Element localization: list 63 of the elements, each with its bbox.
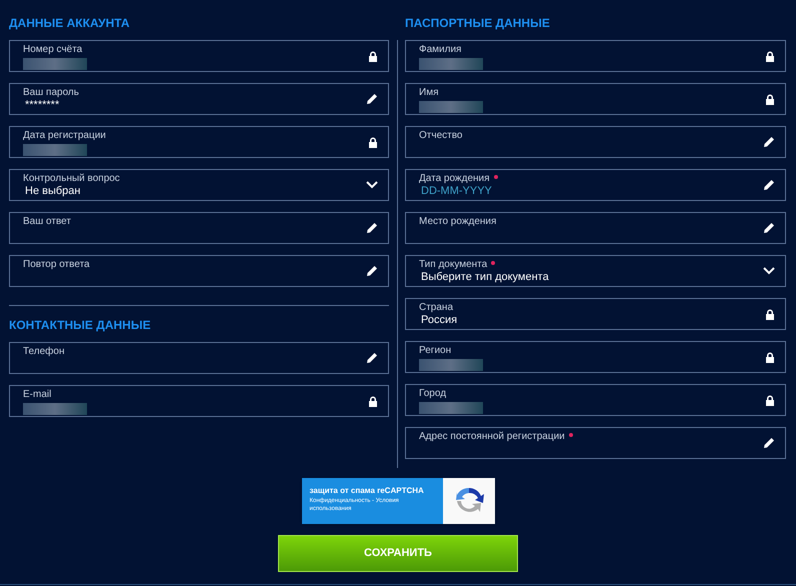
input-field[interactable]: Фамилия — [405, 40, 786, 72]
field-label: Контрольный вопрос — [23, 174, 120, 184]
lock-icon — [765, 308, 775, 320]
field-label: E-mail — [23, 390, 52, 400]
input-field[interactable]: Повтор ответа — [9, 255, 389, 287]
select-field[interactable]: Тип документа Выберите тип документа — [405, 255, 786, 287]
lock-icon — [765, 394, 775, 406]
field-value: ******** — [24, 100, 60, 111]
field-label: Место рождения — [419, 217, 496, 227]
input-field[interactable]: Дата регистрации — [9, 126, 389, 158]
field-label: Регион — [419, 346, 452, 356]
field-label: Ваш ответ — [23, 217, 71, 227]
pencil-icon[interactable] — [763, 222, 775, 234]
field-label: Дата рождения — [419, 174, 490, 184]
input-field[interactable]: Отчество — [405, 126, 786, 158]
input-field[interactable]: Регион — [405, 341, 786, 373]
field-label: Фамилия — [419, 45, 462, 55]
field-label: Город — [419, 389, 446, 399]
select-field[interactable]: Контрольный вопрос Не выбран — [9, 169, 389, 201]
field-value: Выберите тип документа — [420, 272, 550, 283]
pencil-icon[interactable] — [763, 437, 775, 449]
field-label: Тип документа — [419, 260, 488, 270]
section-heading: ДАННЫЕ АККАУНТА — [9, 17, 131, 29]
input-field[interactable]: E-mail — [9, 385, 389, 417]
lock-icon — [765, 94, 775, 104]
input-field[interactable]: Город — [405, 384, 786, 416]
field-label: Повтор ответа — [23, 260, 90, 270]
field-value: Не выбран — [24, 186, 82, 197]
lock-icon — [368, 136, 378, 148]
lock-icon — [765, 50, 775, 62]
field-placeholder: DD-MM-YYYY — [420, 186, 493, 197]
pencil-icon[interactable] — [366, 93, 378, 105]
field-label: Дата регистрации — [23, 131, 106, 141]
field-label: Номер счёта — [23, 45, 82, 55]
field-label: Адрес постоянной регистрации — [419, 432, 565, 442]
pencil-icon[interactable] — [366, 265, 378, 277]
input-field[interactable]: Дата рождения DD-MM-YYYY — [405, 169, 786, 201]
chevron-down-icon[interactable] — [763, 267, 775, 275]
pencil-icon[interactable] — [763, 136, 775, 148]
input-field[interactable]: Телефон — [9, 342, 389, 374]
input-field[interactable]: Ваш ответ — [9, 212, 389, 244]
pencil-icon[interactable] — [366, 352, 378, 364]
input-field[interactable]: Номер счёта — [9, 40, 389, 72]
lock-icon — [368, 50, 378, 62]
lock-icon — [368, 396, 378, 406]
input-field[interactable]: Страна Россия — [405, 298, 786, 330]
field-label: Страна — [419, 303, 454, 313]
section-heading: ПАСПОРТНЫЕ ДАННЫЕ — [405, 17, 551, 29]
section-heading: КОНТАКТНЫЕ ДАННЫЕ — [9, 319, 152, 331]
pencil-icon[interactable] — [763, 179, 775, 191]
input-field[interactable]: Место рождения — [405, 212, 786, 244]
field-value: Россия — [420, 315, 458, 326]
pencil-icon[interactable] — [366, 222, 378, 234]
input-field[interactable]: Ваш пароль ******** — [9, 83, 389, 115]
input-field[interactable]: Имя — [405, 83, 786, 115]
field-label: Ваш пароль — [23, 88, 79, 98]
field-label: Имя — [419, 88, 438, 98]
lock-icon — [765, 352, 775, 362]
field-label: Отчество — [419, 131, 462, 141]
field-label: Телефон — [23, 347, 64, 357]
recaptcha-title: защита от спама reCAPTCHA — [310, 487, 425, 495]
chevron-down-icon[interactable] — [366, 181, 378, 189]
input-field[interactable]: Адрес постоянной регистрации — [405, 427, 786, 459]
